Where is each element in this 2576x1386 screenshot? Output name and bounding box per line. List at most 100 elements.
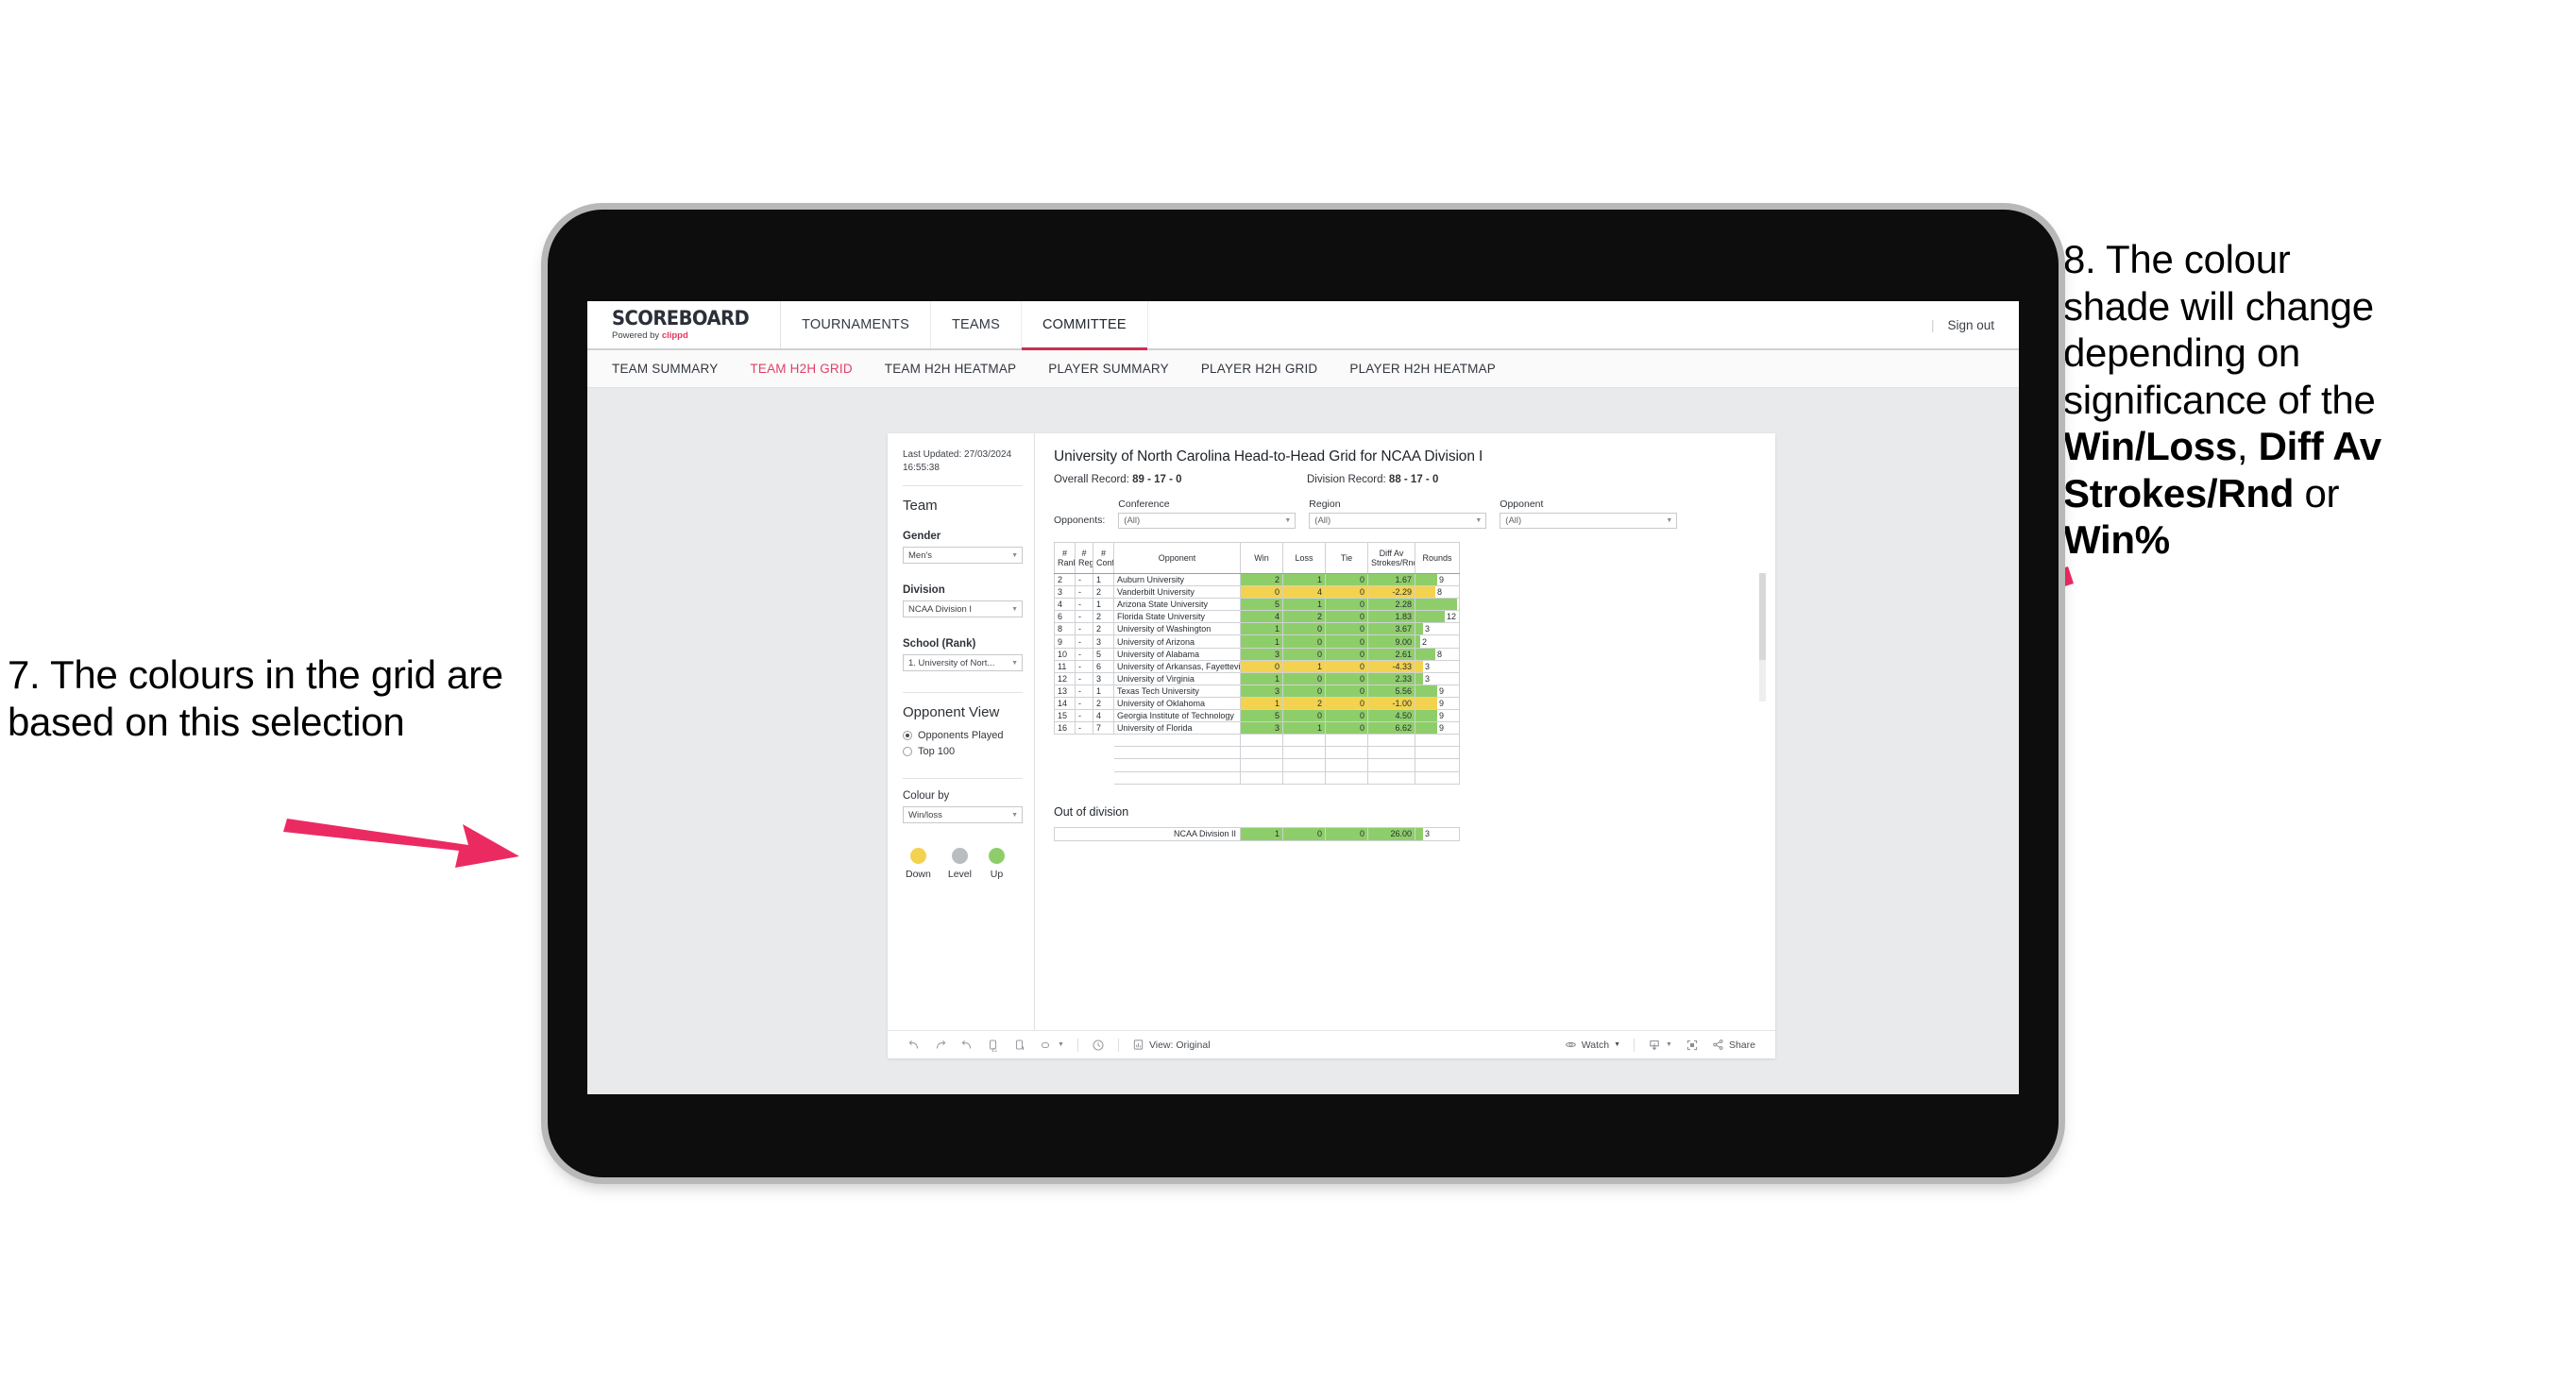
revert-button[interactable] [954,1039,980,1052]
rounds-value: 9 [1439,723,1445,734]
table-row[interactable]: 4-1Arizona State University5102.2817 [1054,598,1460,612]
pause-auto-update-button[interactable] [1007,1039,1033,1052]
th-loss[interactable]: Loss [1282,542,1326,574]
table-row[interactable]: 10-5 University of Alabama 3 0 0 2.61 8 [1054,647,1460,661]
th-tie[interactable]: Tie [1325,542,1368,574]
table-row[interactable]: 14-2 University of Oklahoma 1 2 0 -1.00 9 [1054,696,1460,711]
division-select[interactable]: NCAA Division I ▼ [903,600,1023,617]
cell-rank: 3 [1054,585,1076,600]
table-row[interactable]: 16-7 University of Florida 3 1 0 6.62 9 [1054,721,1460,735]
cell-opponent: Vanderbilt University [1113,585,1241,600]
annotation-7-arrow [283,819,519,868]
subnav-item-player-h2h-grid[interactable]: PLAYER H2H GRID [1201,362,1318,376]
division-record-label: Division Record: [1307,474,1389,485]
h2h-grid-body: 2-1 Auburn University 2 1 0 1.67 9 3-2 Vanderbil… [1054,572,1460,785]
nav-item-committee[interactable]: COMMITTEE [1021,301,1148,350]
cell-diff-av-strokes: 3.67 [1367,622,1415,636]
cell-empty [1113,770,1241,785]
opponent-select[interactable]: (All) ▼ [1500,513,1678,529]
cell-loss: 0 [1282,622,1326,636]
brand-logo[interactable]: SCOREBOARD Powered by clippd [587,301,782,348]
cell-empty [1282,746,1326,760]
table-row[interactable]: 11-6 University of Arkansas, Fayetteville… [1054,659,1460,673]
out-of-division-body: NCAA Division II 1 0 0 26.00 3 [1054,826,1460,841]
table-row[interactable]: 2-1 Auburn University 2 1 0 1.67 9 [1054,572,1460,587]
colour-by-select[interactable]: Win/loss ▼ [903,806,1023,823]
cell-empty [1113,734,1241,748]
share-button[interactable]: Share [1705,1039,1762,1051]
gender-select[interactable]: Men's ▼ [903,547,1023,564]
app-header: SCOREBOARD Powered by clippd TOURNAMENTS… [587,301,2019,350]
table-row-empty [1054,746,1460,760]
table-row[interactable]: 9-3 University of Arizona 1 0 0 9.00 2 [1054,634,1460,649]
out-of-division-row[interactable]: NCAA Division II 1 0 0 26.00 3 [1054,826,1460,841]
rounds-value: 9 [1439,698,1445,708]
cell-tie: 0 [1325,696,1368,711]
subnav-item-team-summary[interactable]: TEAM SUMMARY [612,362,718,376]
subnav-item-team-h2h-heatmap[interactable]: TEAM H2H HEATMAP [885,362,1016,376]
cell-rank: 10 [1054,647,1076,661]
th-diff-av-strokes[interactable]: Diff Av Strokes/Rnd [1367,542,1415,574]
rounds-value: 9 [1439,575,1445,585]
division-label: Division [903,584,945,596]
conference-select[interactable]: (All) ▼ [1118,513,1296,529]
last-updated-text: Last Updated: 27/03/2024 16:55:38 [903,449,1012,473]
th-opponent[interactable]: Opponent [1113,542,1241,574]
table-row[interactable]: 6-2 Florida State University 4 2 0 1.83 12 [1054,610,1460,624]
table-row[interactable]: 15-4 Georgia Institute of Technology 5 0 0 4.… [1054,709,1460,723]
table-vertical-scrollbar[interactable] [1759,573,1766,701]
subnav-item-player-h2h-heatmap[interactable]: PLAYER H2H HEATMAP [1349,362,1496,376]
scrollbar-thumb[interactable] [1759,573,1766,660]
tablet-screen: SCOREBOARD Powered by clippd TOURNAMENTS… [587,301,2019,1094]
help-button[interactable] [1085,1039,1111,1052]
subnav-item-team-h2h-grid[interactable]: TEAM H2H GRID [750,362,852,376]
cell-loss: 1 [1282,721,1326,735]
region-select[interactable]: (All) ▼ [1309,513,1487,529]
table-row[interactable]: 12-3 University of Virginia 1 0 0 2.33 3 [1054,671,1460,685]
download-button[interactable]: ▼ [1641,1039,1679,1052]
th-conf[interactable]: # Conf [1093,542,1114,574]
rounds-value: 17 [1459,599,1460,610]
rounds-value: 3 [1425,661,1431,671]
table-row[interactable]: 3-2 Vanderbilt University 0 4 0 -2.29 8 [1054,585,1460,600]
table-row[interactable]: 8-2 University of Washington 1 0 0 3.67 3 [1054,622,1460,636]
alerts-button[interactable]: ▼ [1033,1039,1071,1052]
watch-button[interactable]: Watch ▼ [1558,1039,1627,1051]
radio-top-100[interactable]: Top 100 [903,746,1023,757]
rounds-value: 8 [1437,649,1443,659]
th-reg[interactable]: # Reg [1075,542,1093,574]
cell-opponent: University of Arkansas, Fayetteville [1113,659,1241,673]
cell-tie: 0 [1325,709,1368,723]
radio-opponents-played[interactable]: Opponents Played [903,730,1023,741]
cell-reg: - [1075,696,1093,711]
refresh-data-button[interactable] [980,1039,1007,1052]
sign-out-link[interactable]: Sign out [1947,318,1994,332]
cell-rank: 8 [1054,622,1076,636]
cell-reg: - [1075,709,1093,723]
undo-button[interactable] [901,1039,927,1052]
undo-icon [908,1040,919,1049]
annotation-8-bold1: Win/Loss [2063,424,2237,469]
legend-item-level: Level [948,848,972,880]
subnav-item-player-summary[interactable]: PLAYER SUMMARY [1048,362,1169,376]
cell-win: 1 [1240,826,1283,841]
divider [903,778,1023,779]
conference-filter: Conference (All) ▼ [1118,499,1296,529]
tablet-device-frame: SCOREBOARD Powered by clippd TOURNAMENTS… [548,210,2059,1177]
th-win[interactable]: Win [1240,542,1283,574]
th-rank[interactable]: #Rank [1054,542,1076,574]
cell-reg: - [1075,647,1093,661]
nav-item-tournaments[interactable]: TOURNAMENTS [781,301,931,348]
table-row[interactable]: 13-1 Texas Tech University 3 0 0 5.56 9 [1054,684,1460,698]
cell-rank: 11 [1054,659,1076,673]
view-original-button[interactable]: View: Original [1126,1039,1217,1051]
viz-bottom-toolbar: ▼ View: Original Watch ▼ ▼ Share [888,1030,1775,1058]
redo-button[interactable] [927,1039,954,1052]
th-rounds[interactable]: Rounds [1415,542,1460,574]
cell-tie: 0 [1325,684,1368,698]
nav-item-teams[interactable]: TEAMS [930,301,1022,348]
rounds-value: 8 [1437,587,1443,598]
school-select[interactable]: 1. University of Nort... ▼ [903,654,1023,671]
sign-out-separator: | [1930,317,1935,332]
fullscreen-button[interactable] [1679,1039,1705,1052]
